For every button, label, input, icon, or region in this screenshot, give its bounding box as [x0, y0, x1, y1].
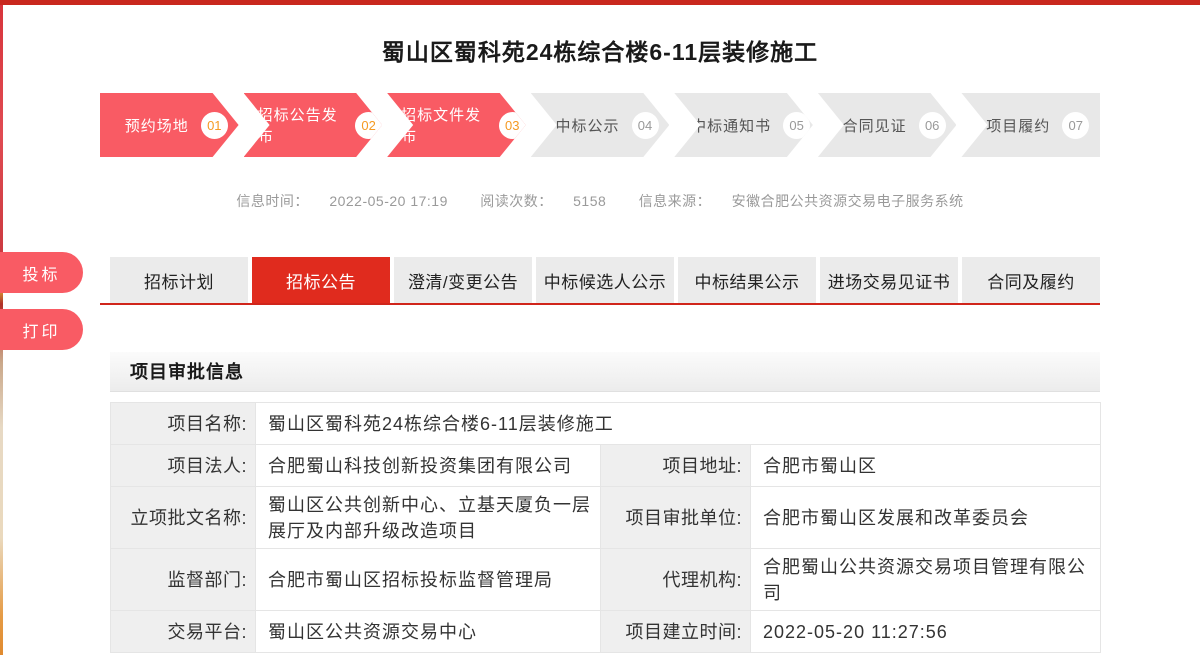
tab-candidate-publicity[interactable]: 中标候选人公示 — [536, 257, 674, 303]
step-label: 招标文件发布 — [401, 104, 487, 146]
step-label: 合同见证 — [843, 115, 907, 136]
step-label: 中标通知书 — [691, 115, 771, 136]
field-value-approval-unit: 合肥市蜀山区发展和改革委员会 — [751, 487, 1101, 549]
meta-source-value: 安徽合肥公共资源交易电子服务系统 — [732, 193, 964, 209]
field-value-approval-doc-name: 蜀山区公共创新中心、立基天厦负一层展厅及内部升级改造项目 — [256, 487, 601, 549]
step-number-badge: 05 — [783, 112, 810, 139]
meta-time-label: 信息时间： — [236, 193, 309, 209]
field-value-supervision-dept: 合肥市蜀山区招标投标监督管理局 — [256, 549, 601, 611]
top-red-border — [0, 0, 1200, 5]
field-value-legal-entity: 合肥蜀山科技创新投资集团有限公司 — [256, 445, 601, 487]
project-approval-table: 项目名称: 蜀山区蜀科苑24栋综合楼6-11层装修施工 项目法人: 合肥蜀山科技… — [110, 402, 1101, 653]
tab-strip: 招标计划 招标公告 澄清/变更公告 中标候选人公示 中标结果公示 进场交易见证书… — [100, 257, 1100, 305]
step-announcement-published: 招标公告发布 02 — [244, 93, 383, 157]
step-number-badge: 06 — [919, 112, 946, 139]
field-label-supervision-dept: 监督部门: — [111, 549, 256, 611]
meta-bar: 信息时间： 2022-05-20 17:19 阅读次数： 5158 信息来源： … — [100, 191, 1100, 211]
tab-clarification-change[interactable]: 澄清/变更公告 — [394, 257, 532, 303]
meta-views-label: 阅读次数： — [480, 193, 553, 209]
step-number-badge: 01 — [201, 112, 228, 139]
field-value-trading-platform: 蜀山区公共资源交易中心 — [256, 611, 601, 653]
progress-steps: 预约场地 01 招标公告发布 02 招标文件发布 03 中标公示 04 中标通知… — [100, 93, 1100, 157]
table-row: 项目法人: 合肥蜀山科技创新投资集团有限公司 项目地址: 合肥市蜀山区 — [111, 445, 1101, 487]
step-number-badge: 03 — [499, 112, 526, 139]
main-content: 预约场地 01 招标公告发布 02 招标文件发布 03 中标公示 04 中标通知… — [100, 93, 1100, 653]
step-contract-witness: 合同见证 06 — [818, 93, 957, 157]
field-label-project-name: 项目名称: — [111, 403, 256, 445]
field-label-project-address: 项目地址: — [601, 445, 751, 487]
step-project-performance: 项目履约 07 — [961, 93, 1100, 157]
print-button[interactable]: 打印 — [0, 309, 83, 350]
step-award-notice: 中标通知书 05 — [674, 93, 813, 157]
step-documents-published: 招标文件发布 03 — [387, 93, 526, 157]
field-value-project-created-time: 2022-05-20 11:27:56 — [751, 611, 1101, 653]
step-number-badge: 07 — [1062, 112, 1089, 139]
step-label: 中标公示 — [556, 115, 620, 136]
table-row: 项目名称: 蜀山区蜀科苑24栋综合楼6-11层装修施工 — [111, 403, 1101, 445]
step-number-badge: 04 — [632, 112, 659, 139]
tab-result-publicity[interactable]: 中标结果公示 — [678, 257, 816, 303]
meta-views-value: 5158 — [573, 193, 606, 209]
section-title-project-approval: 项目审批信息 — [110, 352, 1100, 392]
step-winner-publicity: 中标公示 04 — [531, 93, 670, 157]
meta-time-value: 2022-05-20 17:19 — [329, 193, 448, 209]
field-value-project-name: 蜀山区蜀科苑24栋综合楼6-11层装修施工 — [256, 403, 1101, 445]
tab-contract-performance[interactable]: 合同及履约 — [962, 257, 1100, 303]
table-row: 立项批文名称: 蜀山区公共创新中心、立基天厦负一层展厅及内部升级改造项目 项目审… — [111, 487, 1101, 549]
step-number-badge: 02 — [355, 112, 382, 139]
step-label: 项目履约 — [986, 115, 1050, 136]
field-label-trading-platform: 交易平台: — [111, 611, 256, 653]
bid-button[interactable]: 投标 — [0, 252, 83, 293]
step-label: 预约场地 — [125, 115, 189, 136]
field-label-legal-entity: 项目法人: — [111, 445, 256, 487]
step-label: 招标公告发布 — [258, 104, 344, 146]
field-label-agency: 代理机构: — [601, 549, 751, 611]
field-value-project-address: 合肥市蜀山区 — [751, 445, 1101, 487]
field-value-agency: 合肥蜀山公共资源交易项目管理有限公司 — [751, 549, 1101, 611]
step-reserve-venue: 预约场地 01 — [100, 93, 239, 157]
meta-source-label: 信息来源： — [639, 193, 712, 209]
field-label-project-created-time: 项目建立时间: — [601, 611, 751, 653]
tab-bidding-plan[interactable]: 招标计划 — [110, 257, 248, 303]
field-label-approval-doc-name: 立项批文名称: — [111, 487, 256, 549]
table-row: 交易平台: 蜀山区公共资源交易中心 项目建立时间: 2022-05-20 11:… — [111, 611, 1101, 653]
table-row: 监督部门: 合肥市蜀山区招标投标监督管理局 代理机构: 合肥蜀山公共资源交易项目… — [111, 549, 1101, 611]
field-label-approval-unit: 项目审批单位: — [601, 487, 751, 549]
tab-entry-certificate[interactable]: 进场交易见证书 — [820, 257, 958, 303]
page-title: 蜀山区蜀科苑24栋综合楼6-11层装修施工 — [0, 0, 1200, 67]
tab-bidding-announcement[interactable]: 招标公告 — [252, 257, 390, 303]
